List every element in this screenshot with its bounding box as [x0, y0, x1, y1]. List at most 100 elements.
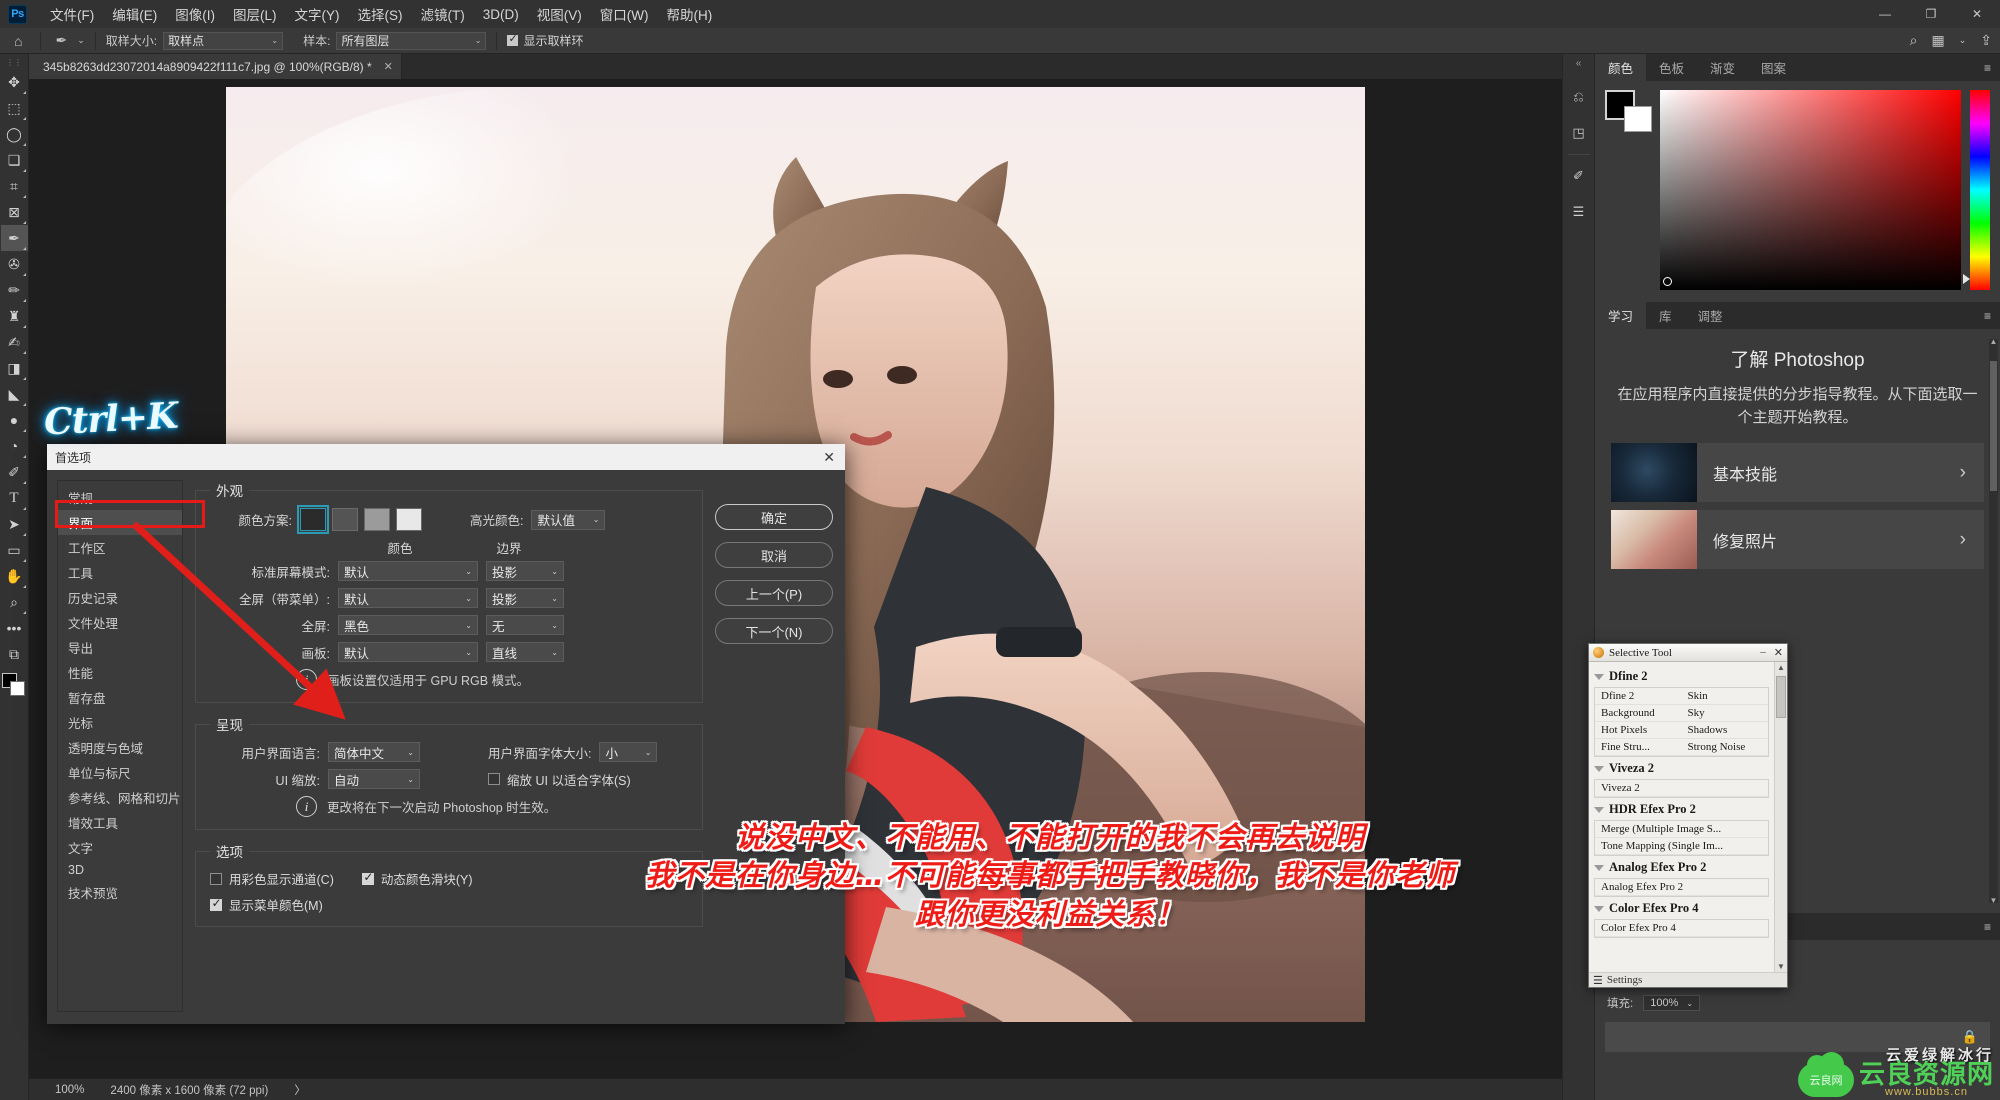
eyedropper-icon[interactable]: ✒: [51, 32, 71, 49]
group-header-hdr-efex-pro-2[interactable]: HDR Efex Pro 2: [1594, 802, 1769, 817]
ui-language-select[interactable]: 简体中文 ⌄: [328, 742, 420, 762]
brush-settings-icon[interactable]: ✐: [1564, 158, 1594, 194]
show-menu-colors-checkbox[interactable]: 显示菜单颜色(M): [210, 895, 323, 914]
close-icon[interactable]: ✕: [384, 60, 393, 73]
menu-filter[interactable]: 滤镜(T): [412, 0, 474, 28]
artboard-border-select[interactable]: 直线 ⌄: [486, 642, 564, 662]
chevron-right-icon[interactable]: ›: [1960, 529, 1984, 551]
search-icon[interactable]: ⌕: [1910, 32, 1918, 49]
standard-screen-mode-color-select[interactable]: 默认 ⌄: [338, 561, 478, 581]
sample-size-select[interactable]: 取样点 ⌄: [163, 31, 284, 50]
scroll-up-icon[interactable]: ▲: [1989, 337, 1998, 346]
dodge-tool[interactable]: ◔: [1, 433, 28, 459]
tab-gradients[interactable]: 渐变: [1697, 54, 1748, 81]
close-icon[interactable]: ✕: [823, 449, 835, 466]
nav-item-3d[interactable]: 3D: [58, 860, 182, 880]
home-icon[interactable]: ⌂: [6, 33, 30, 49]
fill-field[interactable]: 100% ⌄: [1643, 995, 1701, 1011]
learn-card-basic-skills[interactable]: 基本技能 ›: [1611, 443, 1984, 502]
color-scheme-swatch-dark[interactable]: [332, 508, 358, 531]
history-icon[interactable]: ⎌: [1564, 79, 1594, 115]
tab-libraries[interactable]: 库: [1646, 302, 1685, 329]
menu-window[interactable]: 窗口(W): [591, 0, 658, 28]
eraser-tool[interactable]: ◨: [1, 355, 28, 381]
nav-item-type[interactable]: 文字: [58, 835, 182, 860]
sample-select[interactable]: 所有图层 ⌄: [336, 31, 487, 50]
zoom-level[interactable]: 100%: [55, 1084, 84, 1096]
nav-item-guides-grid-slices[interactable]: 参考线、网格和切片: [58, 785, 182, 810]
eyedropper-tool[interactable]: ✒: [0, 225, 28, 251]
close-icon[interactable]: ✕: [1774, 646, 1783, 659]
hue-slider[interactable]: [1963, 90, 1990, 290]
standard-screen-mode-border-select[interactable]: 投影 ⌄: [486, 561, 564, 581]
nav-item-units-rulers[interactable]: 单位与标尺: [58, 760, 182, 785]
lasso-tool[interactable]: ◯: [1, 121, 28, 147]
menu-file[interactable]: 文件(F): [41, 0, 103, 28]
tab-patterns[interactable]: 图案: [1748, 54, 1799, 81]
dynamic-color-sliders-checkbox[interactable]: 动态颜色滑块(Y): [361, 869, 473, 888]
scroll-down-icon[interactable]: ▼: [1989, 896, 1998, 905]
color-scheme-swatch-darkest[interactable]: [297, 505, 329, 534]
cancel-button[interactable]: 取消: [715, 542, 833, 568]
scroll-down-icon[interactable]: ▼: [1775, 962, 1787, 971]
maximize-icon[interactable]: ❐: [1908, 0, 1954, 28]
list-item[interactable]: Tone Mapping (Single Im...: [1595, 838, 1768, 855]
path-selection-tool[interactable]: ➤: [1, 511, 28, 537]
fullscreen-with-menus-color-select[interactable]: 默认 ⌄: [338, 588, 478, 608]
chevron-right-icon[interactable]: ›: [1960, 462, 1984, 484]
scale-ui-to-font-checkbox[interactable]: 缩放 UI 以适合字体(S): [488, 770, 631, 789]
chevron-down-icon[interactable]: ⌄: [1959, 35, 1967, 46]
list-item[interactable]: Dfine 2: [1595, 688, 1682, 705]
list-item[interactable]: Sky: [1681, 705, 1768, 722]
scrollbar-thumb[interactable]: [1776, 676, 1786, 718]
brush-tool[interactable]: ✏: [1, 277, 28, 303]
edit-toolbar-icon[interactable]: ⧉: [1, 641, 28, 667]
marquee-tool[interactable]: ⬚: [1, 95, 28, 121]
zoom-tool[interactable]: ⌕: [1, 589, 28, 615]
clone-stamp-tool[interactable]: ♜: [1, 303, 28, 329]
color-scheme-swatch-light[interactable]: [364, 508, 390, 531]
show-sampling-ring-checkbox[interactable]: 显示取样环: [507, 32, 583, 49]
menu-edit[interactable]: 编辑(E): [103, 0, 166, 28]
background-color-swatch[interactable]: [10, 681, 25, 696]
highlight-color-select[interactable]: 默认值 ⌄: [531, 509, 606, 530]
hue-slider-handle[interactable]: [1963, 274, 1970, 284]
healing-brush-tool[interactable]: ✇: [1, 251, 28, 277]
3d-properties-icon[interactable]: ◳: [1564, 115, 1594, 151]
crop-tool[interactable]: ⌗: [1, 173, 28, 199]
group-header-analog-efex-pro-2[interactable]: Analog Efex Pro 2: [1594, 860, 1769, 875]
ui-font-size-select[interactable]: 小 ⌄: [599, 742, 658, 762]
move-tool[interactable]: ✥: [1, 69, 28, 95]
learn-panel-scrollbar[interactable]: ▲ ▼: [1989, 337, 1998, 905]
group-header-color-efex-pro-4[interactable]: Color Efex Pro 4: [1594, 901, 1769, 916]
minimize-icon[interactable]: –: [1760, 646, 1766, 659]
menu-type[interactable]: 文字(Y): [286, 0, 349, 28]
nav-item-workspace[interactable]: 工作区: [58, 535, 182, 560]
chevron-down-icon[interactable]: ⌄: [77, 35, 85, 46]
list-item[interactable]: Color Efex Pro 4: [1595, 920, 1768, 937]
workspace-icon[interactable]: ▦: [1931, 32, 1944, 49]
selective-tool-panel[interactable]: Selective Tool – ✕ Dfine 2 Dfine 2 Skin …: [1588, 643, 1788, 988]
scrollbar-thumb[interactable]: [1990, 361, 1997, 491]
menu-select[interactable]: 选择(S): [349, 0, 412, 28]
frame-tool[interactable]: ⊠: [1, 199, 28, 225]
list-item[interactable]: Fine Stru...: [1595, 739, 1682, 756]
nav-item-plugins[interactable]: 增效工具: [58, 810, 182, 835]
list-item[interactable]: Strong Noise: [1681, 739, 1768, 756]
ok-button[interactable]: 确定: [715, 504, 833, 530]
selective-tool-scrollbar[interactable]: ▲ ▼: [1774, 662, 1787, 972]
learn-card-retouch-photo[interactable]: 修复照片 ›: [1611, 510, 1984, 569]
list-item[interactable]: Hot Pixels: [1595, 722, 1682, 739]
nav-item-scratch-disks[interactable]: 暂存盘: [58, 685, 182, 710]
tab-learn[interactable]: 学习: [1595, 302, 1647, 329]
panel-menu-icon[interactable]: ≡: [1984, 913, 2000, 940]
tab-color[interactable]: 颜色: [1595, 54, 1647, 81]
color-field[interactable]: [1660, 90, 1961, 290]
list-item[interactable]: Viveza 2: [1595, 780, 1768, 797]
list-item[interactable]: Analog Efex Pro 2: [1595, 879, 1768, 896]
minimize-icon[interactable]: —: [1862, 0, 1908, 28]
show-channels-in-color-checkbox[interactable]: 用彩色显示通道(C): [210, 869, 334, 888]
nav-item-performance[interactable]: 性能: [58, 660, 182, 685]
panel-grip[interactable]: ⋮⋮: [6, 58, 22, 67]
collapse-panels-icon[interactable]: «: [1576, 58, 1582, 69]
